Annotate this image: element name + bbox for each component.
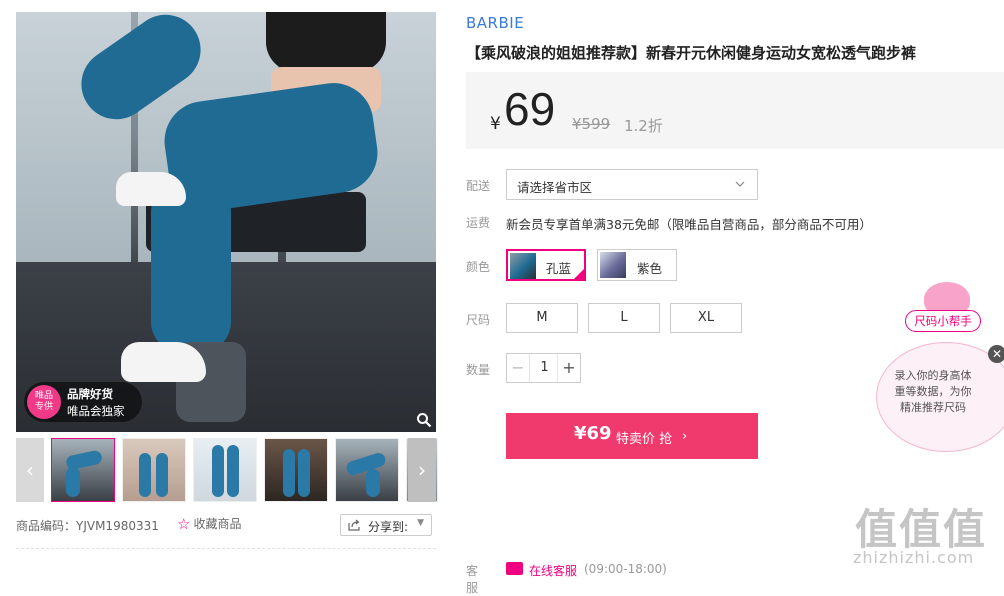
chevron-right-icon: › (682, 429, 688, 444)
quantity-increase-button[interactable]: + (557, 354, 580, 382)
quantity-stepper: − 1 + (506, 353, 581, 383)
size-helper-line: 录入你的身高体 (894, 369, 972, 382)
buy-button-price: ¥69 (574, 423, 612, 444)
product-meta-row: 商品编码：YJVM1980331 ☆ 收藏商品 分享到: ▼ (16, 514, 436, 536)
chat-icon (506, 562, 523, 575)
chevron-down-icon (735, 181, 745, 187)
service-hours: (09:00-18:00) (584, 562, 667, 576)
size-helper-text: 录入你的身高体 重等数据，为你 精准推荐尺码 (874, 368, 992, 416)
brand-badge: 唯品 专供 品牌好货 唯品会独家 (24, 382, 142, 422)
model-shoe (121, 342, 206, 382)
region-select[interactable]: 请选择省市区 (506, 169, 758, 200)
zoom-icon[interactable] (416, 412, 432, 428)
model-shoe (116, 172, 186, 206)
size-option-xl[interactable]: XL (670, 303, 742, 333)
site-watermark: 值值值 zhizhizhi.com (853, 496, 1003, 568)
discount-rate: 1.2折 (624, 117, 663, 135)
thumbnail[interactable] (335, 438, 399, 502)
divider (16, 548, 436, 549)
thumbnail[interactable] (193, 438, 257, 502)
share-icon (348, 519, 360, 531)
thumbnail[interactable] (264, 438, 328, 502)
main-product-image[interactable]: 唯品 专供 品牌好货 唯品会独家 (16, 12, 436, 432)
brand-link[interactable]: BARBIE (466, 14, 524, 32)
color-option-kong-lan[interactable]: 孔蓝 (506, 249, 586, 281)
chevron-right-icon: › (418, 458, 426, 482)
model-top (266, 12, 386, 72)
badge-icon-text: 唯品 (34, 391, 53, 401)
caret-down-icon: ▼ (417, 518, 424, 528)
vip-exclusive-icon: 唯品 专供 (27, 385, 61, 419)
model-pants (151, 182, 231, 352)
thumbnail-strip: ‹ › (16, 438, 438, 502)
prev-thumb-button[interactable]: ‹ (16, 438, 44, 502)
size-label: 尺码 (466, 313, 491, 327)
selected-check-icon (572, 267, 586, 281)
color-label: 颜色 (466, 260, 491, 274)
currency-symbol: ¥ (490, 114, 501, 134)
share-label: 分享到: (368, 520, 409, 534)
next-thumb-button[interactable]: › (408, 438, 436, 502)
buy-button-label: 特卖价 抢 (616, 432, 673, 447)
thumbnail[interactable] (122, 438, 186, 502)
sale-price: 69 (504, 83, 556, 135)
badge-icon-text: 专供 (34, 402, 53, 412)
product-title: 【乘风破浪的姐姐推荐款】新春开元休闲健身运动女宽松透气跑步裤 (466, 44, 917, 62)
shipping-label: 运费 (466, 216, 491, 230)
delivery-label: 配送 (466, 179, 491, 193)
color-option-label: 紫色 (637, 261, 663, 276)
region-select-value: 请选择省市区 (517, 180, 593, 195)
favorite-button[interactable]: ☆ 收藏商品 (177, 515, 241, 533)
buy-now-button[interactable]: ¥69 特卖价 抢 › (506, 413, 758, 459)
favorite-label: 收藏商品 (193, 517, 242, 531)
product-code: 商品编码：YJVM1980331 (16, 519, 159, 533)
original-price: ¥599 (572, 115, 611, 133)
chevron-left-icon: ‹ (26, 458, 34, 482)
badge-title: 品牌好货 (67, 387, 113, 401)
size-helper-line: 精准推荐尺码 (900, 401, 966, 414)
shipping-info: 新会员专享首单满38元免邮（限唯品自营商品，部分商品不可用） (506, 217, 872, 232)
badge-subtitle: 唯品会独家 (67, 404, 125, 418)
service-label: 客服 (466, 564, 479, 595)
quantity-label: 数量 (466, 363, 491, 377)
size-helper-line: 重等数据，为你 (894, 385, 972, 398)
color-option-label: 孔蓝 (546, 261, 572, 276)
thumbnail[interactable] (51, 438, 115, 502)
color-option-zi-se[interactable]: 紫色 (597, 249, 677, 281)
watermark-url: zhizhizhi.com (853, 548, 975, 567)
quantity-decrease-button[interactable]: − (507, 354, 530, 382)
color-swatch (510, 253, 536, 279)
close-icon[interactable]: ✕ (988, 345, 1004, 363)
color-swatch (600, 252, 626, 278)
size-helper-widget: 尺码小帮手 录入你的身高体 重等数据，为你 精准推荐尺码 ✕ (874, 282, 1004, 452)
share-dropdown[interactable]: 分享到: ▼ (340, 514, 432, 536)
size-helper-button[interactable]: 尺码小帮手 (905, 310, 981, 332)
size-option-l[interactable]: L (588, 303, 660, 333)
quantity-input[interactable]: 1 (529, 354, 560, 382)
size-option-m[interactable]: M (506, 303, 578, 333)
star-icon: ☆ (177, 515, 191, 533)
price-panel: ¥ 69 ¥599 1.2折 (466, 72, 1004, 149)
online-service-link[interactable]: 在线客服 (529, 562, 577, 579)
